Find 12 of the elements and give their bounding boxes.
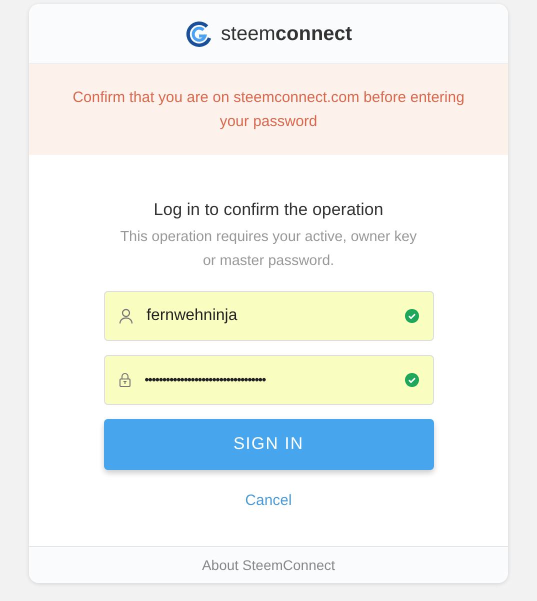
cancel-link[interactable]: Cancel bbox=[245, 490, 292, 512]
lock-icon bbox=[118, 372, 130, 387]
form-subtitle: This operation requires your active, owner key or master password. bbox=[119, 228, 418, 270]
warning-banner: Confirm that you are on steemconnect.com before entering your password bbox=[29, 64, 508, 155]
user-icon bbox=[118, 308, 132, 324]
form-title: Log in to confirm the operation bbox=[154, 199, 384, 221]
sign-in-button[interactable]: SIGN IN bbox=[104, 418, 434, 470]
about-link[interactable]: About SteemConnect bbox=[202, 554, 336, 576]
logo-text: steemconnect bbox=[220, 22, 352, 46]
username-field[interactable]: fernwehninja bbox=[104, 290, 434, 340]
password-field[interactable]: •••••••••••••••••••••••••••••••••• bbox=[104, 354, 434, 404]
logo-icon bbox=[184, 20, 213, 48]
